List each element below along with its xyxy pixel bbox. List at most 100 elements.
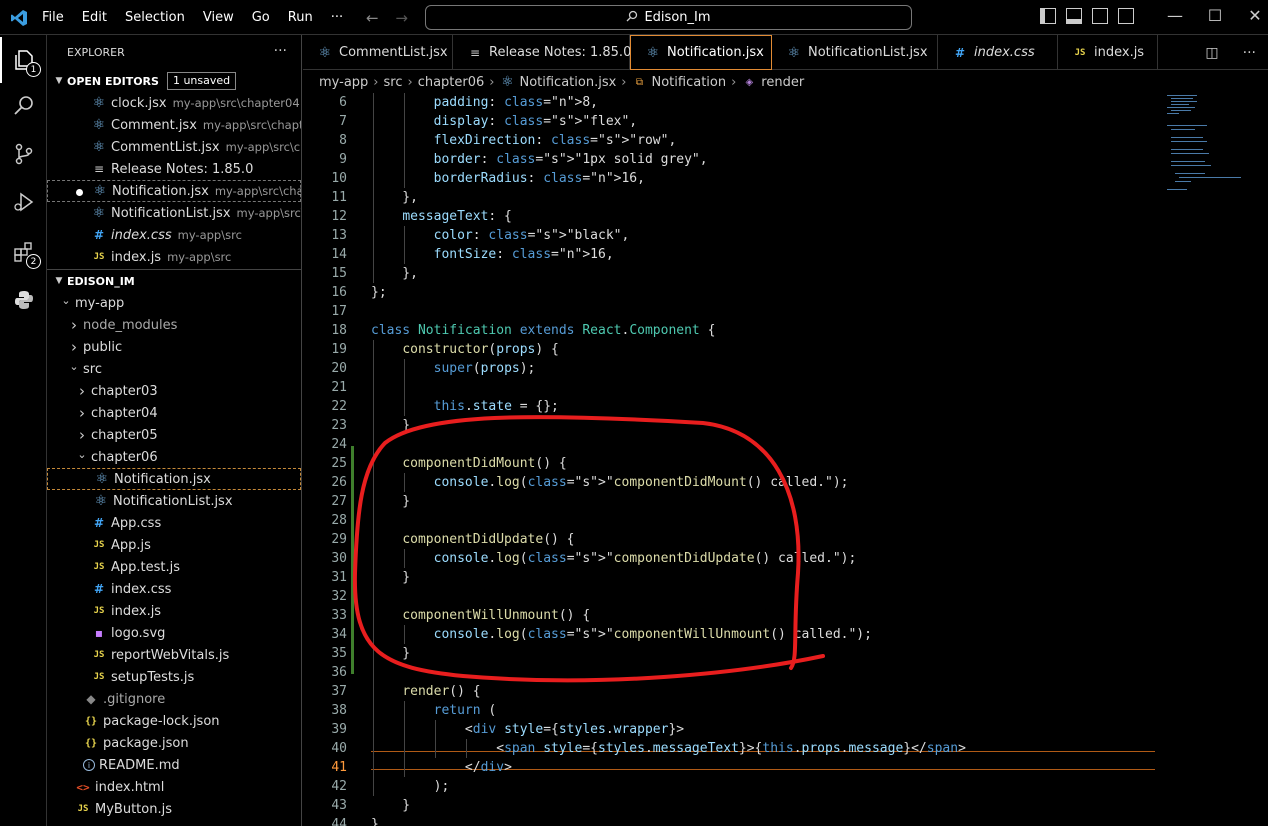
code-line: componentDidUpdate() { (402, 532, 575, 547)
open-editor-item[interactable]: JS index.js my-app\src (47, 246, 301, 268)
vscode-logo-icon[interactable] (10, 9, 28, 31)
maximize-button[interactable]: ☐ (1200, 6, 1230, 25)
open-editor-item[interactable]: ⚛ clock.jsx my-app\src\chapter04 (47, 92, 301, 114)
breadcrumb-separator: › (407, 74, 413, 90)
tree-item-name: App.js (111, 537, 151, 553)
tab-label: Notification.jsx (667, 45, 764, 60)
minimap[interactable] (1161, 93, 1251, 213)
workspace-header[interactable]: ▼ EDISON_IM (47, 270, 301, 292)
explorer-badge: 1 (26, 62, 41, 77)
tree-folder[interactable]: › chapter04 (47, 402, 301, 424)
tree-folder[interactable]: › public (47, 336, 301, 358)
tree-file[interactable]: # App.css (47, 512, 301, 534)
code-editor[interactable]: 6 7 8 9 10 11 12 13 14 15 16 17 18 19 20 21 22 23 24 25 26 27… (303, 93, 1268, 826)
tree-file[interactable]: ⚛ Notification.jsx (47, 468, 301, 490)
tree-file[interactable]: JS App.test.js (47, 556, 301, 578)
code-line: border: class="s">"1px solid grey", (433, 152, 708, 167)
tree-file[interactable]: i README.md (47, 754, 301, 776)
modified-line-indicator (351, 446, 354, 674)
breadcrumb-item[interactable]: Notification (652, 75, 727, 90)
open-editor-item[interactable]: ⚛ Comment.jsx my-app\src\chapte... (47, 114, 301, 136)
tree-file[interactable]: ⚛ NotificationList.jsx (47, 490, 301, 512)
command-center-search[interactable]: Edison_Im (425, 5, 912, 30)
open-editor-item[interactable]: # index.css my-app\src (47, 224, 301, 246)
extensions-icon[interactable]: 2 (0, 229, 47, 275)
json-file-icon: {} (84, 715, 98, 727)
close-button[interactable]: ✕ (1240, 6, 1268, 25)
tree-folder[interactable]: ⌄ chapter06 (47, 446, 301, 468)
toggle-primary-sidebar-icon[interactable] (1040, 8, 1056, 24)
menu-item[interactable]: Run (288, 10, 313, 25)
forward-arrow-icon[interactable]: → (395, 9, 408, 27)
minimize-button[interactable]: — (1160, 6, 1190, 25)
tab-index-css[interactable]: # index.css (938, 35, 1058, 70)
code-line: componentDidMount() { (402, 456, 567, 471)
breadcrumb-separator: › (731, 74, 737, 90)
breadcrumb-item[interactable]: render (761, 75, 804, 90)
line-number: 6 (339, 95, 347, 110)
open-editor-name: index.css (111, 227, 172, 243)
javascript-file-icon: JS (93, 252, 105, 262)
open-editors-header[interactable]: ▼ OPEN EDITORS 1 unsaved (47, 70, 301, 92)
more-actions-icon[interactable]: ··· (1243, 45, 1256, 61)
code-line: console.log(class="s">"componentDidMount… (433, 475, 849, 490)
open-editor-item[interactable]: ⚛ NotificationList.jsx my-app\src\c... (47, 202, 301, 224)
breadcrumb-item[interactable]: my-app (319, 75, 368, 90)
split-editor-icon[interactable]: ◫ (1205, 45, 1218, 61)
line-number: 14 (331, 247, 347, 262)
python-icon[interactable] (0, 277, 47, 323)
tree-item-name: logo.svg (111, 625, 166, 641)
tab-commentlist-jsx[interactable]: ⚛ CommentList.jsx (303, 35, 453, 70)
customize-layout-icon[interactable] (1118, 8, 1134, 24)
run-debug-icon[interactable] (0, 179, 47, 225)
tree-folder[interactable]: ⌄ src (47, 358, 301, 380)
explorer-icon[interactable]: 1 (0, 37, 47, 83)
more-actions-icon[interactable]: ··· (274, 43, 287, 59)
tree-folder[interactable]: › node_modules (47, 314, 301, 336)
tree-file[interactable]: {} package-lock.json (47, 710, 301, 732)
tree-file[interactable]: ▪ logo.svg (47, 622, 301, 644)
tab-notificationlist-jsx[interactable]: ⚛ NotificationList.jsx (772, 35, 938, 70)
tree-file[interactable]: {} package.json (47, 732, 301, 754)
menu-item[interactable]: View (203, 10, 234, 25)
tab-label: NotificationList.jsx (808, 45, 928, 60)
open-editor-item[interactable]: ⚛ CommentList.jsx my-app\src\cha... (47, 136, 301, 158)
open-editor-item[interactable]: ≡ Release Notes: 1.85.0 (47, 158, 301, 180)
back-arrow-icon[interactable]: ← (366, 9, 379, 27)
javascript-file-icon: JS (93, 606, 105, 616)
breadcrumb-item[interactable]: chapter06 (418, 75, 485, 90)
activity-bar: 1 2 (0, 35, 47, 826)
tree-folder[interactable]: › chapter05 (47, 424, 301, 446)
line-number: 29 (331, 532, 347, 547)
tree-file[interactable]: ◆ .gitignore (47, 688, 301, 710)
code-line: }, (371, 266, 418, 281)
menu-item[interactable]: ··· (331, 10, 343, 25)
tree-folder[interactable]: ⌄ my-app (47, 292, 301, 314)
tab-index-js[interactable]: JS index.js (1058, 35, 1158, 70)
search-icon[interactable] (0, 83, 47, 129)
react-file-icon: ⚛ (92, 117, 106, 133)
tree-file[interactable]: JS setupTests.js (47, 666, 301, 688)
tab-notification-jsx[interactable]: ⚛ Notification.jsx (630, 35, 772, 70)
breadcrumb-item[interactable]: src (384, 75, 403, 90)
breadcrumb-item[interactable]: Notification.jsx (519, 75, 616, 90)
tree-file[interactable]: <> index.html (47, 776, 301, 798)
tree-file[interactable]: # index.css (47, 578, 301, 600)
line-number: 37 (331, 684, 347, 699)
tree-file[interactable]: JS MyButton.js (47, 798, 301, 820)
menu-item[interactable]: Edit (82, 10, 107, 25)
tree-file[interactable]: JS App.js (47, 534, 301, 556)
line-number: 35 (331, 646, 347, 661)
menu-item[interactable]: Selection (125, 10, 185, 25)
source-control-icon[interactable] (0, 131, 47, 177)
tree-file[interactable]: JS index.js (47, 600, 301, 622)
tree-file[interactable]: JS reportWebVitals.js (47, 644, 301, 666)
tab-release-notes-1-85-0[interactable]: ≡ Release Notes: 1.85.0 (453, 35, 631, 70)
toggle-panel-icon[interactable] (1066, 8, 1082, 24)
menu-item[interactable]: Go (252, 10, 270, 25)
tree-item-name: MyButton.js (95, 801, 172, 817)
menu-item[interactable]: File (42, 10, 64, 25)
open-editor-item[interactable]: ⚛ Notification.jsx my-app\src\chap... (47, 180, 301, 202)
tree-folder[interactable]: › chapter03 (47, 380, 301, 402)
toggle-secondary-sidebar-icon[interactable] (1092, 8, 1108, 24)
